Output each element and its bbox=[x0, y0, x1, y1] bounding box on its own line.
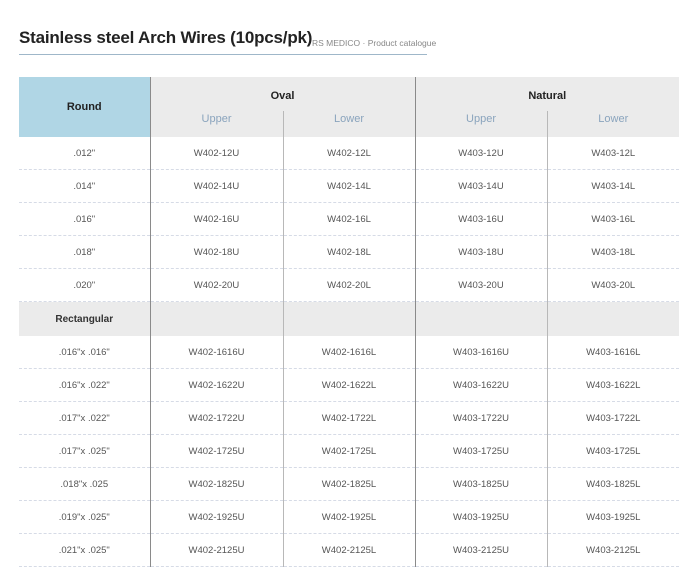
oval-lower-cell: W402-18L bbox=[282, 235, 416, 269]
oval-header: Oval bbox=[149, 77, 416, 111]
natural-lower-cell: W403-20L bbox=[546, 268, 680, 302]
natural-header: Natural bbox=[414, 77, 680, 111]
page-title: Stainless steel Arch Wires (10pcs/pk) bbox=[19, 28, 313, 47]
size-cell: .018" bbox=[19, 235, 150, 269]
oval-upper-cell: W402-16U bbox=[149, 202, 283, 236]
natural-lower-header: Lower bbox=[546, 111, 680, 137]
natural-upper-cell: W403-2125U bbox=[414, 533, 548, 567]
size-cell: .021"x .025" bbox=[19, 533, 150, 567]
table-body: .012" W402-12U W402-12L W403-12U W403-12L .01… bbox=[19, 137, 680, 567]
table-row: .016"x .016" W402-1616U W402-1616L W403-161… bbox=[19, 336, 680, 369]
natural-upper-header: Upper bbox=[414, 111, 548, 137]
natural-lower-cell: W403-12L bbox=[546, 137, 680, 170]
natural-upper-cell: W403-18U bbox=[414, 235, 548, 269]
natural-upper-cell: W403-12U bbox=[414, 137, 548, 170]
section-spacer bbox=[282, 301, 416, 336]
rectangular-section-row: Rectangular bbox=[19, 301, 680, 336]
table-row: .012" W402-12U W402-12L W403-12U W403-12L bbox=[19, 137, 680, 170]
oval-lower-cell: W402-1925L bbox=[282, 500, 416, 534]
oval-lower-cell: W402-20L bbox=[282, 268, 416, 302]
natural-lower-cell: W403-1925L bbox=[546, 500, 680, 534]
natural-lower-cell: W403-1722L bbox=[546, 401, 680, 435]
natural-upper-cell: W403-14U bbox=[414, 169, 548, 203]
oval-upper-cell: W402-1722U bbox=[149, 401, 283, 435]
size-cell: .016"x .022" bbox=[19, 368, 150, 402]
oval-upper-cell: W402-20U bbox=[149, 268, 283, 302]
oval-lower-cell: W402-14L bbox=[282, 169, 416, 203]
oval-lower-cell: W402-1725L bbox=[282, 434, 416, 468]
oval-upper-cell: W402-14U bbox=[149, 169, 283, 203]
page-header: Stainless steel Arch Wires (10pcs/pk) RS… bbox=[19, 28, 436, 55]
table-row: .014" W402-14U W402-14L W403-14U W403-14L bbox=[19, 169, 680, 203]
oval-lower-cell: W402-2125L bbox=[282, 533, 416, 567]
oval-upper-header: Upper bbox=[149, 111, 283, 137]
arch-wire-table: Round Oval Natural Upper Lower Upper Low… bbox=[19, 77, 680, 567]
table-row: .020" W402-20U W402-20L W403-20U W403-20L bbox=[19, 268, 680, 302]
size-cell: .012" bbox=[19, 137, 150, 170]
natural-lower-cell: W403-16L bbox=[546, 202, 680, 236]
section-spacer bbox=[414, 301, 548, 336]
size-cell: .017"x .025" bbox=[19, 434, 150, 468]
table-row: .019"x .025" W402-1925U W402-1925L W403-192… bbox=[19, 500, 680, 534]
natural-lower-cell: W403-2125L bbox=[546, 533, 680, 567]
oval-lower-cell: W402-12L bbox=[282, 137, 416, 170]
oval-lower-cell: W402-1825L bbox=[282, 467, 416, 501]
natural-upper-cell: W403-1925U bbox=[414, 500, 548, 534]
natural-upper-cell: W403-1725U bbox=[414, 434, 548, 468]
table-row: .016" W402-16U W402-16L W403-16U W403-16L bbox=[19, 202, 680, 236]
section-spacer bbox=[149, 301, 283, 336]
natural-upper-cell: W403-20U bbox=[414, 268, 548, 302]
rectangular-label: Rectangular bbox=[19, 301, 150, 336]
natural-upper-cell: W403-1616U bbox=[414, 336, 548, 369]
natural-upper-cell: W403-1622U bbox=[414, 368, 548, 402]
oval-lower-cell: W402-1622L bbox=[282, 368, 416, 402]
table-row: .021"x .025" W402-2125U W402-2125L W403-212… bbox=[19, 533, 680, 567]
page-subtitle: RS MEDICO · Product catalogue bbox=[312, 38, 437, 48]
oval-upper-cell: W402-1616U bbox=[149, 336, 283, 369]
oval-lower-cell: W402-1722L bbox=[282, 401, 416, 435]
natural-lower-cell: W403-18L bbox=[546, 235, 680, 269]
oval-upper-cell: W402-18U bbox=[149, 235, 283, 269]
table-row: .017"x .022" W402-1722U W402-1722L W403-172… bbox=[19, 401, 680, 435]
oval-lower-cell: W402-1616L bbox=[282, 336, 416, 369]
natural-upper-cell: W403-1722U bbox=[414, 401, 548, 435]
section-spacer bbox=[546, 301, 680, 336]
oval-upper-cell: W402-1725U bbox=[149, 434, 283, 468]
size-cell: .020" bbox=[19, 268, 150, 302]
natural-upper-cell: W403-16U bbox=[414, 202, 548, 236]
oval-lower-header: Lower bbox=[282, 111, 416, 137]
oval-upper-cell: W402-12U bbox=[149, 137, 283, 170]
table-row: .017"x .025" W402-1725U W402-1725L W403-172… bbox=[19, 434, 680, 468]
oval-upper-cell: W402-1825U bbox=[149, 467, 283, 501]
table-row: .016"x .022" W402-1622U W402-1622L W403-162… bbox=[19, 368, 680, 402]
round-header: Round bbox=[19, 77, 150, 137]
size-cell: .014" bbox=[19, 169, 150, 203]
size-cell: .016"x .016" bbox=[19, 336, 150, 369]
size-cell: .016" bbox=[19, 202, 150, 236]
table-row: .018" W402-18U W402-18L W403-18U W403-18L bbox=[19, 235, 680, 269]
size-cell: .019"x .025" bbox=[19, 500, 150, 534]
table-row: .018"x .025 W402-1825U W402-1825L W403-1825… bbox=[19, 467, 680, 501]
natural-lower-cell: W403-1825L bbox=[546, 467, 680, 501]
oval-upper-cell: W402-1925U bbox=[149, 500, 283, 534]
natural-lower-cell: W403-1725L bbox=[546, 434, 680, 468]
natural-lower-cell: W403-1616L bbox=[546, 336, 680, 369]
oval-upper-cell: W402-2125U bbox=[149, 533, 283, 567]
oval-upper-cell: W402-1622U bbox=[149, 368, 283, 402]
natural-lower-cell: W403-1622L bbox=[546, 368, 680, 402]
natural-lower-cell: W403-14L bbox=[546, 169, 680, 203]
size-cell: .017"x .022" bbox=[19, 401, 150, 435]
oval-lower-cell: W402-16L bbox=[282, 202, 416, 236]
natural-upper-cell: W403-1825U bbox=[414, 467, 548, 501]
size-cell: .018"x .025 bbox=[19, 467, 150, 501]
